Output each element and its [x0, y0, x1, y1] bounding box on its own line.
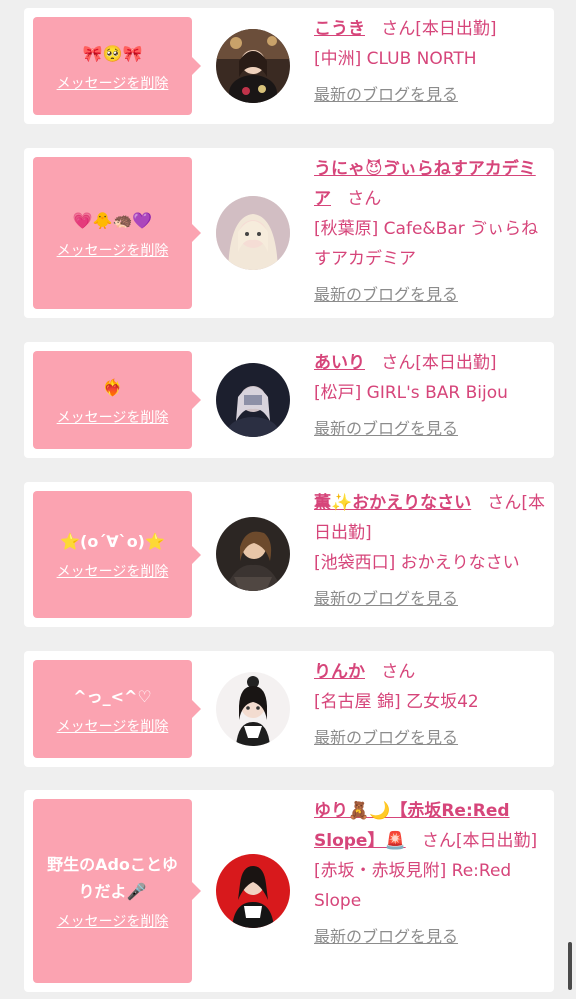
list-item: 野生のAdoことゆりだよ🎤 メッセージを削除 ゆり🧸🌙【赤坂Re:Red Slo… — [24, 790, 554, 992]
cast-info: こうき さん[本日出勤] [中洲] CLUB NORTH 最新のブログを見る — [314, 14, 546, 110]
avatar[interactable] — [216, 363, 290, 437]
cast-info: りんか さん [名古屋 錦] 乙女坂42 最新のブログを見る — [314, 657, 546, 753]
cast-info: 薫✨おかえりなさい さん[本日出勤] [池袋西口] おかえりなさい 最新のブログ… — [314, 488, 546, 614]
message-text: ^っ_<^♡ — [73, 686, 152, 706]
honorific: さん — [347, 189, 382, 209]
cast-name-link[interactable]: 薫✨おかえりなさい — [314, 493, 471, 513]
status-badge: [本日出勤] — [455, 831, 538, 851]
message-text: 🎀🥺🎀 — [82, 43, 143, 63]
message-bubble: ^っ_<^♡ メッセージを削除 — [33, 660, 201, 758]
cast-name-link[interactable]: あいり — [314, 353, 365, 373]
shop-name: [池袋西口] おかえりなさい — [314, 553, 520, 573]
latest-blog-link[interactable]: 最新のブログを見る — [314, 80, 458, 110]
honorific: さん — [421, 831, 456, 851]
message-bubble: ⭐️(o´∀`o)⭐️ メッセージを削除 — [33, 491, 201, 618]
cast-name-link[interactable]: こうき — [314, 19, 365, 39]
message-list: 🎀🥺🎀 メッセージを削除 こうき さん[本日出勤] [中洲] CLUB NORT… — [0, 0, 576, 999]
cast-info: あいり さん[本日出勤] [松戸] GIRL's BAR Bijou 最新のブロ… — [314, 348, 546, 444]
honorific: さん — [381, 662, 416, 682]
avatar[interactable] — [216, 672, 290, 746]
avatar[interactable] — [216, 517, 290, 591]
message-bubble: ❤️‍🔥 メッセージを削除 — [33, 351, 201, 449]
honorific: さん — [381, 353, 416, 373]
cast-info: うにゃ😈ゔぃらねすアカデミア さん [秋葉原] Cafe&Bar ゔぃらねすアカ… — [314, 154, 546, 310]
scrollbar[interactable] — [568, 942, 572, 990]
list-item: ❤️‍🔥 メッセージを削除 あいり さん[本日出勤] [松戸] GIRL's B… — [24, 342, 554, 458]
latest-blog-link[interactable]: 最新のブログを見る — [314, 414, 458, 444]
shop-name: [中洲] CLUB NORTH — [314, 49, 477, 69]
message-text: 💗🐥🦔💜 — [72, 210, 153, 230]
cast-name-link[interactable]: りんか — [314, 662, 365, 682]
latest-blog-link[interactable]: 最新のブログを見る — [314, 584, 458, 614]
delete-message-button[interactable]: メッセージを削除 — [57, 240, 169, 260]
status-badge: [本日出勤] — [415, 19, 497, 39]
honorific: さん — [381, 19, 416, 39]
cast-info: ゆり🧸🌙【赤坂Re:Red Slope】🚨 さん[本日出勤] [赤坂・赤坂見附]… — [314, 796, 546, 952]
list-item: 💗🐥🦔💜 メッセージを削除 うにゃ😈ゔぃらねすアカデミア さん [秋葉原] Ca… — [24, 148, 554, 318]
list-item: 🎀🥺🎀 メッセージを削除 こうき さん[本日出勤] [中洲] CLUB NORT… — [24, 8, 554, 124]
delete-message-button[interactable]: メッセージを削除 — [57, 73, 169, 93]
message-text: 野生のAdoことゆりだよ🎤 — [47, 855, 178, 901]
list-item: ^っ_<^♡ メッセージを削除 りんか さん [名古屋 錦] 乙女坂42 最新の… — [24, 651, 554, 767]
avatar[interactable] — [216, 854, 290, 928]
avatar[interactable] — [216, 29, 290, 103]
delete-message-button[interactable]: メッセージを削除 — [57, 561, 169, 581]
delete-message-button[interactable]: メッセージを削除 — [57, 911, 169, 931]
list-item: ⭐️(o´∀`o)⭐️ メッセージを削除 薫✨おかえりなさい さん[本日出勤] … — [24, 482, 554, 627]
message-bubble: 🎀🥺🎀 メッセージを削除 — [33, 17, 201, 115]
latest-blog-link[interactable]: 最新のブログを見る — [314, 723, 458, 753]
latest-blog-link[interactable]: 最新のブログを見る — [314, 922, 458, 952]
shop-name: [秋葉原] Cafe&Bar ゔぃらねすアカデミア — [314, 219, 539, 269]
latest-blog-link[interactable]: 最新のブログを見る — [314, 280, 458, 310]
status-badge: [本日出勤] — [415, 353, 497, 373]
message-bubble: 野生のAdoことゆりだよ🎤 メッセージを削除 — [33, 799, 201, 983]
shop-name: [赤坂・赤坂見附] Re:Red Slope — [314, 861, 512, 911]
message-bubble: 💗🐥🦔💜 メッセージを削除 — [33, 157, 201, 309]
delete-message-button[interactable]: メッセージを削除 — [57, 407, 169, 427]
shop-name: [名古屋 錦] 乙女坂42 — [314, 692, 479, 712]
delete-message-button[interactable]: メッセージを削除 — [57, 716, 169, 736]
message-text: ⭐️(o´∀`o)⭐️ — [60, 532, 165, 551]
message-text: ❤️‍🔥 — [102, 377, 123, 397]
shop-name: [松戸] GIRL's BAR Bijou — [314, 383, 508, 403]
avatar[interactable] — [216, 196, 290, 270]
honorific: さん — [487, 493, 522, 513]
